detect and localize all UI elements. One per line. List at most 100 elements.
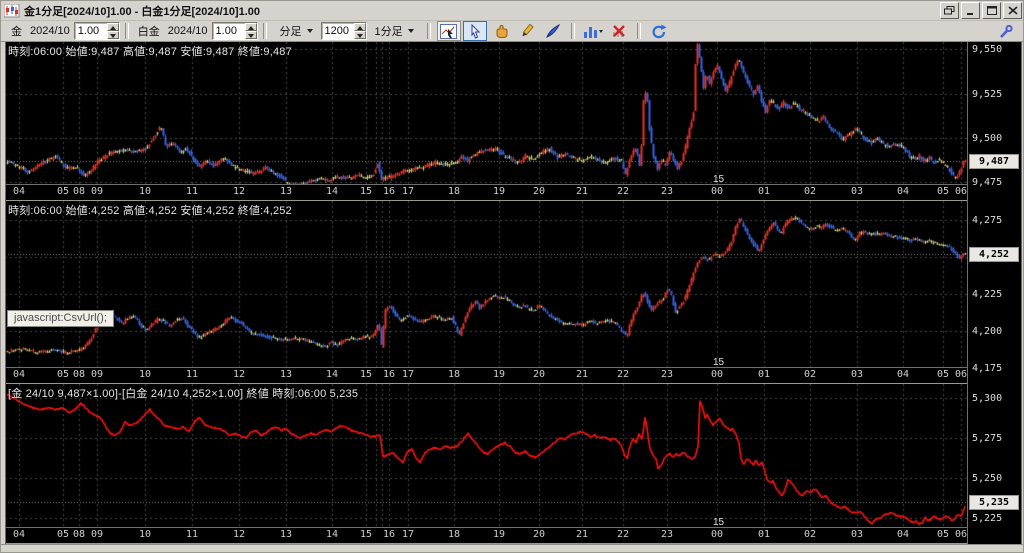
bar-count-input[interactable]: 1200 [321, 22, 367, 40]
gold-multiplier-input[interactable]: 1.00 [74, 22, 120, 40]
hand-tool-button[interactable] [489, 21, 513, 41]
platinum-time-axis: 0405080910111213141516171819202122230001… [5, 367, 967, 384]
spread-plot-canvas[interactable] [5, 384, 967, 529]
price-tick-label: 5,300 [972, 393, 1002, 404]
time-tick-label: 22 [613, 369, 633, 380]
pencil-tool-button[interactable] [515, 21, 539, 41]
left-border [1, 42, 6, 544]
pen-tool-button[interactable] [541, 21, 565, 41]
time-tick-label: 01 [754, 186, 774, 197]
maximize-button[interactable] [982, 2, 1001, 19]
bar-chart-icon [583, 24, 603, 39]
platinum-price-axis: 4,2754,2254,2004,1754,252 [967, 201, 1022, 384]
time-tick-label: 01 [754, 369, 774, 380]
time-tick-label: 19 [489, 369, 509, 380]
gold-time-axis: 0405080910111213141516171819202122230001… [5, 184, 967, 201]
time-tick-label: 14 [322, 186, 342, 197]
chevron-down-icon [408, 29, 414, 33]
time-tick-label: 12 [229, 529, 249, 540]
wrench-icon [998, 24, 1014, 39]
price-tick-label: 4,275 [972, 215, 1002, 226]
time-tick-label: 13 [276, 369, 296, 380]
price-tick-label: 4,225 [972, 289, 1002, 300]
time-tick-label: 19 [489, 186, 509, 197]
time-tick-label: 10 [135, 186, 155, 197]
spread-price-axis: 5,3005,2755,2505,2255,235 [967, 384, 1022, 544]
interval-dropdown[interactable]: 1分足 [369, 21, 420, 41]
popout-button[interactable] [940, 2, 959, 19]
time-tick-label: 02 [800, 369, 820, 380]
current-price-tag: 4,252 [969, 247, 1019, 262]
time-tick-label: 03 [847, 186, 867, 197]
current-price-tag: 5,235 [969, 495, 1019, 510]
gold-multiplier-spinner[interactable] [107, 23, 119, 39]
window-titlebar[interactable]: 金1分足[2024/10]1.00 - 白金1分足[2024/10]1.00 [1, 1, 1024, 21]
chart-pointer-tool-button[interactable] [437, 21, 461, 41]
period-type-dropdown[interactable]: 分足 [274, 21, 319, 41]
time-tick-label: 17 [398, 529, 418, 540]
chevron-down-icon [307, 29, 313, 33]
gold-month-label: 2024/10 [30, 25, 70, 37]
minimize-button[interactable] [961, 2, 980, 19]
time-tick-label: 21 [572, 529, 592, 540]
gold-plot-canvas[interactable] [5, 42, 967, 186]
time-tick-label: 14 [322, 529, 342, 540]
time-tick-label: 17 [398, 186, 418, 197]
time-tick-label: 04 [893, 369, 913, 380]
close-button[interactable] [1003, 2, 1022, 19]
time-tick-label: 21 [572, 369, 592, 380]
gold-ohlc-info: 時刻:06:00 始値:9,487 高値:9,487 安値:9,487 終値:9… [8, 43, 292, 59]
time-tick-label: 10 [135, 529, 155, 540]
refresh-icon [651, 24, 667, 39]
cursor-arrow-icon [468, 24, 482, 39]
time-tick-label: 09 [87, 369, 107, 380]
time-tick-label: 18 [444, 369, 464, 380]
platinum-label: 白金 [138, 23, 160, 39]
delete-x-icon [611, 24, 627, 39]
gold-price-axis: 9,5509,5259,5009,4759,487 [967, 42, 1022, 201]
platinum-plot-canvas[interactable] [5, 201, 967, 369]
chart-window: 金1分足[2024/10]1.00 - 白金1分足[2024/10]1.00 金… [0, 0, 1024, 553]
platinum-multiplier-input[interactable]: 1.00 [212, 22, 258, 40]
time-tick-label: 15 [356, 369, 376, 380]
time-tick-label: 02 [800, 186, 820, 197]
toolbar: 金 2024/10 1.00 白金 2024/10 1.00 分足 1200 1… [1, 21, 1024, 42]
separator [263, 23, 267, 39]
bar-count-spinner[interactable] [354, 23, 366, 39]
time-tick-label: 04 [893, 529, 913, 540]
time-tick-label: 18 [444, 529, 464, 540]
time-tick-label: 05 [933, 369, 953, 380]
time-tick-label: 09 [87, 186, 107, 197]
time-tick-label: 09 [87, 529, 107, 540]
time-tick-label: 08 [69, 186, 89, 197]
refresh-tool-button[interactable] [647, 21, 671, 41]
time-tick-label: 00 [707, 186, 727, 197]
time-tick-label: 16 [379, 186, 399, 197]
time-tick-label: 01 [754, 529, 774, 540]
delete-chart-tool-button[interactable] [607, 21, 631, 41]
csvurl-tooltip: javascript:CsvUrl(); [7, 310, 114, 327]
time-tick-label: 16 [379, 529, 399, 540]
chart-area: 時刻:06:00 始値:9,487 高値:9,487 安値:9,487 終値:9… [1, 42, 1024, 553]
time-tick-label: 03 [847, 529, 867, 540]
time-tick-label: 23 [657, 369, 677, 380]
price-tick-label: 4,175 [972, 363, 1002, 374]
platinum-ohlc-info: 時刻:06:00 始値:4,252 高値:4,252 安値:4,252 終値:4… [8, 202, 292, 218]
platinum-month-label: 2024/10 [168, 25, 208, 37]
pencil-icon [519, 24, 535, 39]
pen-icon [545, 24, 561, 39]
platinum-multiplier-spinner[interactable] [245, 23, 257, 39]
chart-type-tool-button[interactable] [581, 21, 605, 41]
price-tick-label: 5,250 [972, 473, 1002, 484]
time-tick-label: 11 [182, 369, 202, 380]
time-tick-label: 13 [276, 186, 296, 197]
time-tick-label: 10 [135, 369, 155, 380]
time-tick-label: 08 [69, 369, 89, 380]
window-title: 金1分足[2024/10]1.00 - 白金1分足[2024/10]1.00 [24, 3, 260, 19]
time-tick-label: 03 [847, 369, 867, 380]
candlestick-app-icon [4, 4, 20, 18]
settings-wrench-button[interactable] [994, 21, 1018, 41]
time-tick-label: 05 [933, 529, 953, 540]
select-tool-button[interactable] [463, 21, 487, 41]
price-tick-label: 9,525 [972, 89, 1002, 100]
